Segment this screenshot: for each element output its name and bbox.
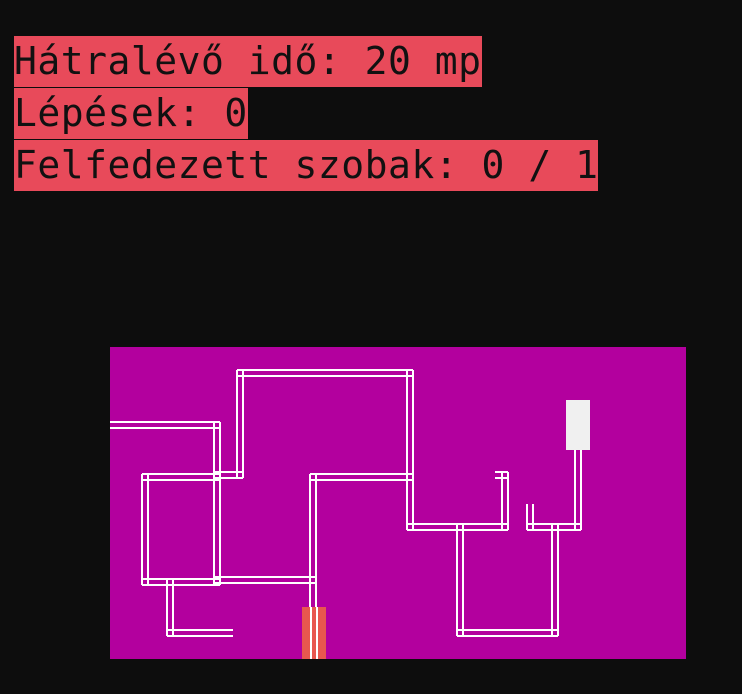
hud-line-steps: Lépések: 0 (14, 88, 598, 140)
hud-line-time: Hátralévő idő: 20 mp (14, 36, 598, 88)
player-marker (302, 607, 326, 659)
maze-background (110, 347, 686, 659)
room-block (566, 400, 590, 450)
time-remaining-text: Hátralévő idő: 20 mp (14, 36, 482, 87)
steps-counter-text: Lépések: 0 (14, 88, 248, 139)
maze-panel (110, 347, 686, 659)
rooms-explored-text: Felfedezett szobak: 0 / 1 (14, 140, 599, 191)
maze-map (110, 347, 686, 659)
hud-panel: Hátralévő idő: 20 mp Lépések: 0 Felfedez… (14, 36, 599, 192)
hud-line-rooms: Felfedezett szobak: 0 / 1 (14, 140, 599, 192)
